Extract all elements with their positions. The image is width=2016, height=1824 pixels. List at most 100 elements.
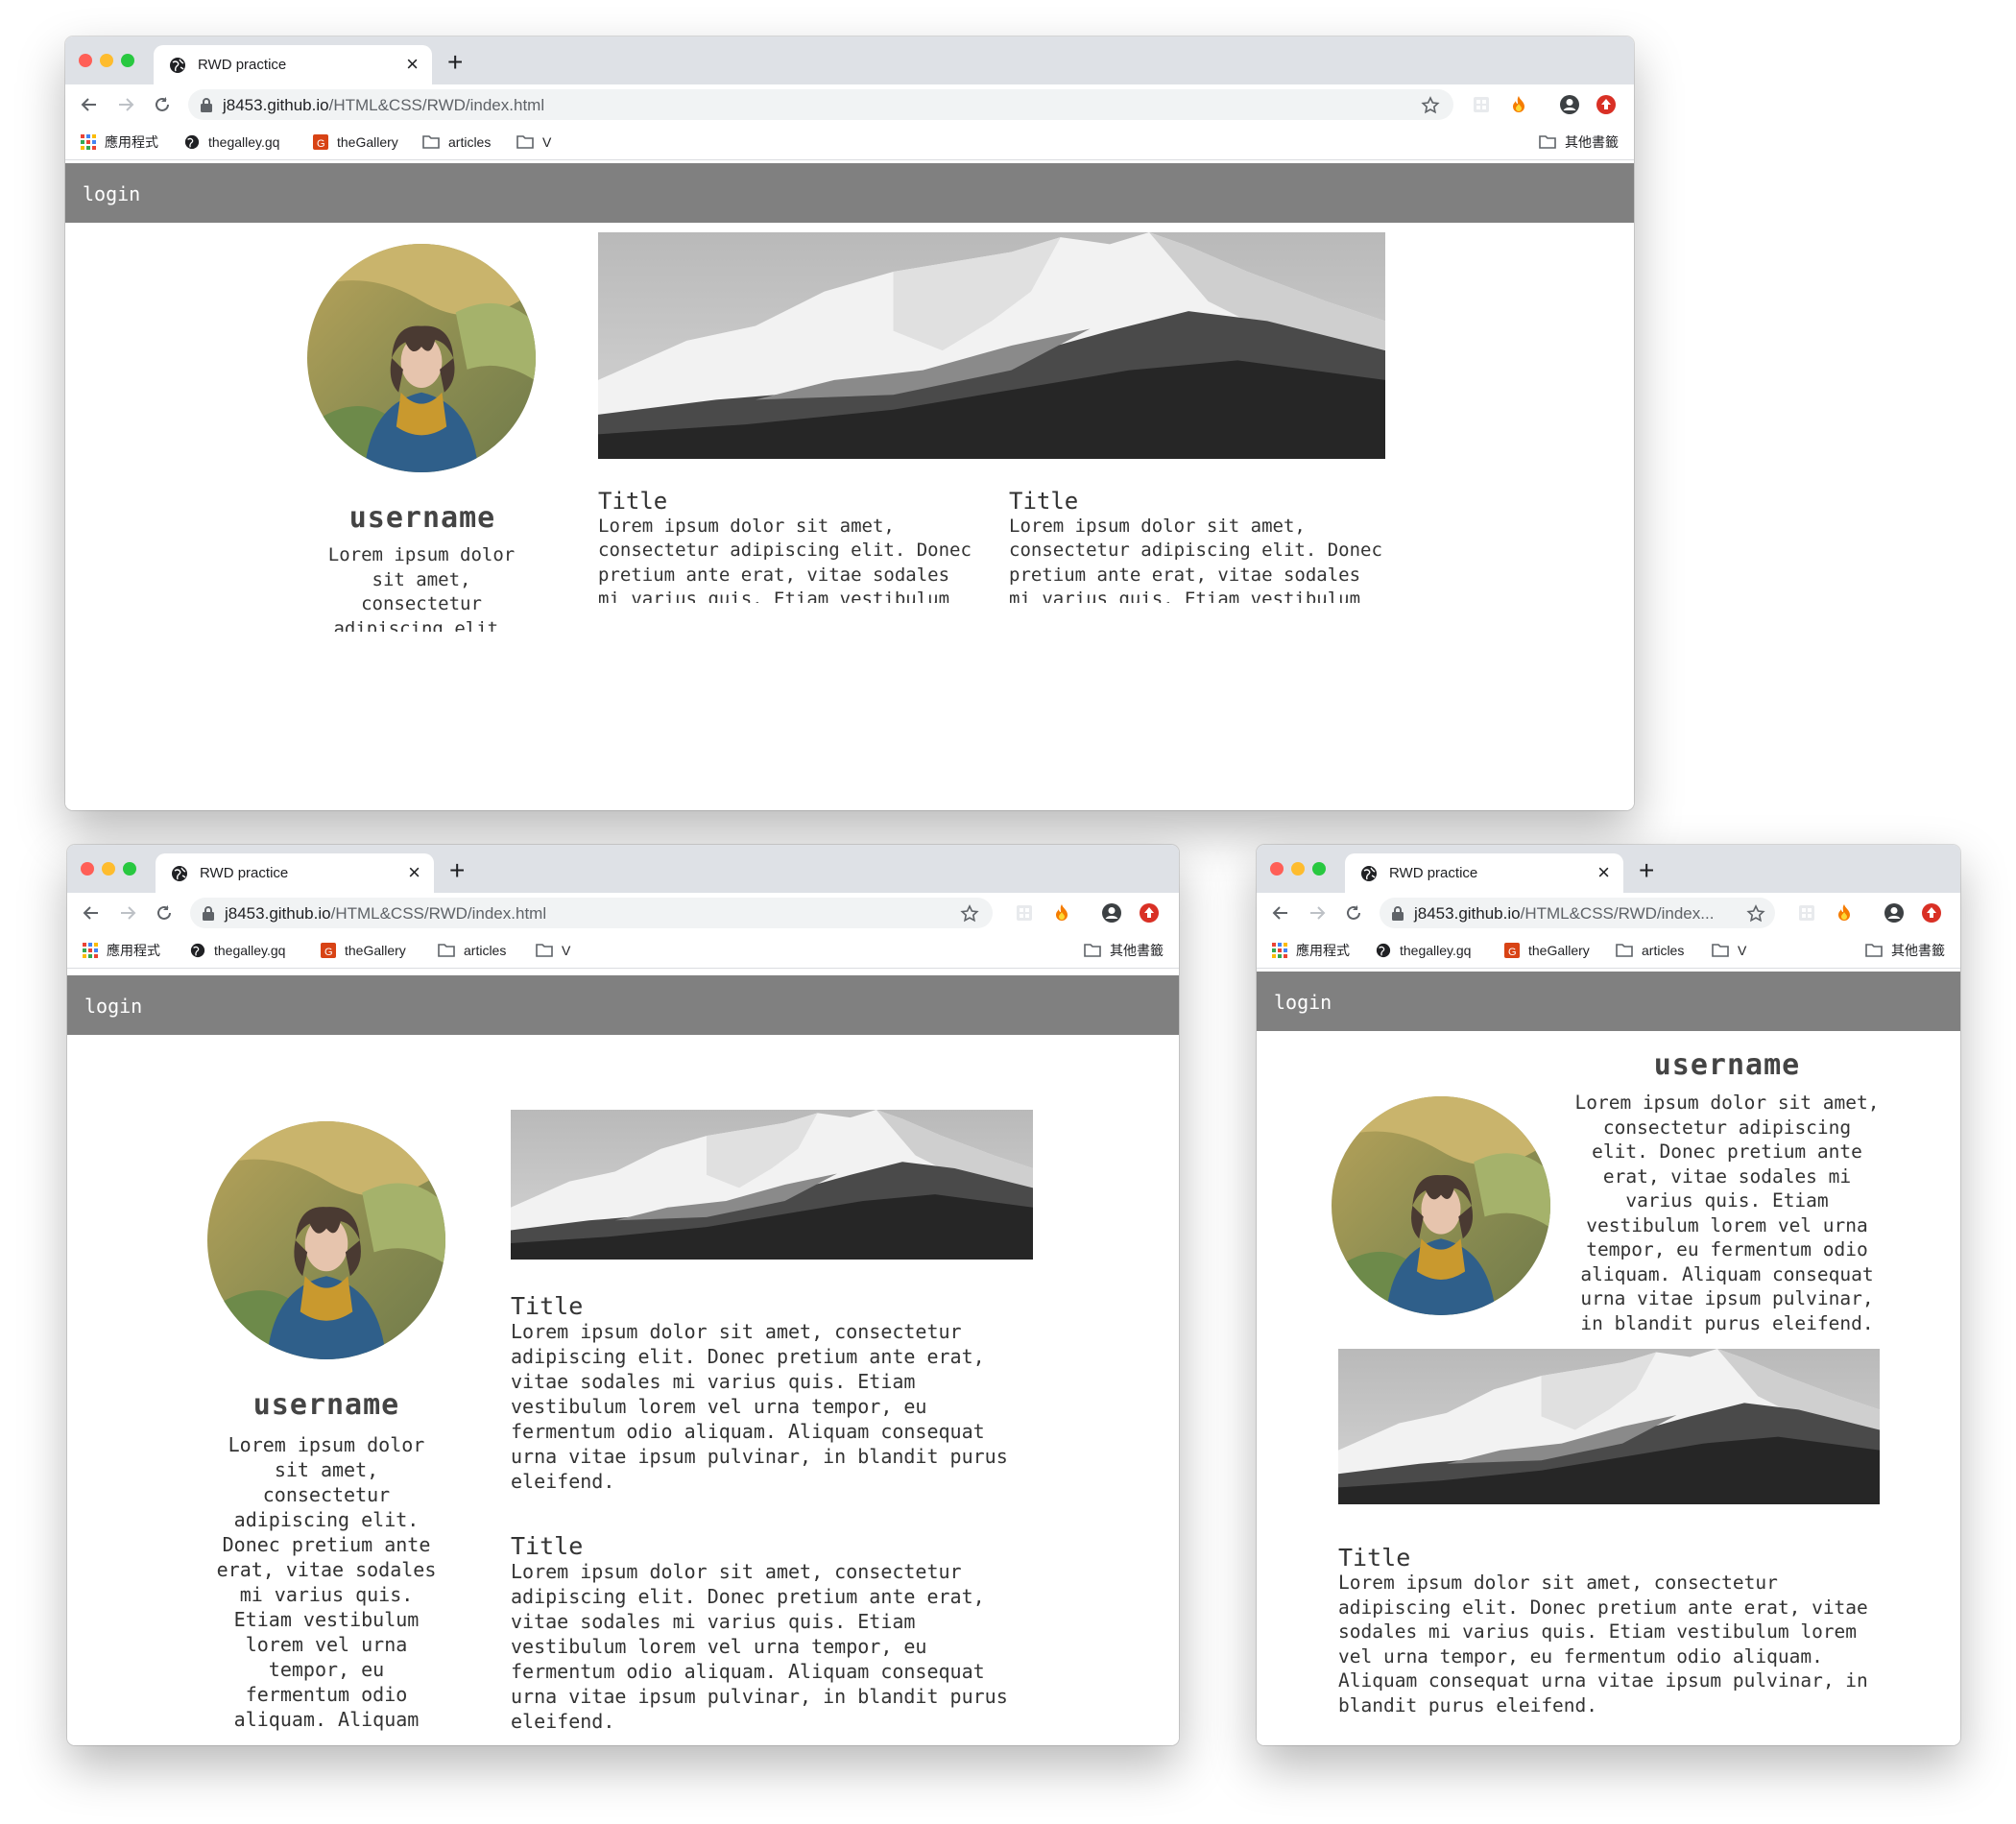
zoom-window-button[interactable] [123,862,136,876]
back-arrow-icon[interactable] [1270,902,1291,924]
forward-arrow-icon[interactable] [117,902,138,924]
address-bar[interactable]: j8453.github.io/HTML&CSS/RWD/index.html [188,89,1453,120]
reload-icon[interactable] [154,902,175,924]
address-bar[interactable]: j8453.github.io/HTML&CSS/RWD/index.html [190,898,993,928]
username: username [1653,1048,1801,1082]
profile-icon[interactable] [1884,902,1905,924]
bookmark-thegalley[interactable]: thegalley.gq [184,132,279,153]
url-path: /HTML&CSS/RWD/index.html [330,904,547,923]
bookmark-thegalley[interactable]: thegalley.gq [1376,940,1471,961]
bookmark-apps[interactable]: 應用程式 [81,132,158,153]
svg-text:G: G [324,947,333,958]
globe-icon [170,58,185,73]
bookmark-articles[interactable]: articles [422,132,491,153]
url-path: /HTML&CSS/RWD/index... [1520,904,1715,923]
gallery-favicon-icon: G [1504,943,1520,958]
login-link[interactable]: login [1274,991,1332,1014]
extension-grid-icon[interactable] [1471,94,1492,115]
address-bar[interactable]: j8453.github.io/HTML&CSS/RWD/index... [1380,898,1775,928]
bookmark-label: theGallery [337,134,398,150]
bookmark-thegallery[interactable]: GtheGallery [321,940,406,961]
browser-tab[interactable]: RWD practice × [1345,853,1623,893]
zoom-window-button[interactable] [121,54,134,67]
user-bio: Lorem ipsum dolor sit amet, consectetur … [216,1433,437,1731]
bookmark-apps[interactable]: 應用程式 [83,940,160,961]
card-title: Title [1009,488,1079,515]
bookmark-articles[interactable]: articles [438,940,506,961]
bookmark-v[interactable]: V [1712,940,1746,961]
mountain-photo [511,1110,1033,1260]
folder-icon [1712,944,1729,957]
zoom-window-button[interactable] [1312,862,1326,876]
reload-icon[interactable] [152,94,173,115]
bookmarks-bar: 應用程式 thegalley.gq GtheGallery articles V… [65,125,1634,160]
folder-icon [516,135,534,149]
reload-icon[interactable] [1343,902,1364,924]
mountain-photo [598,232,1385,459]
new-tab-button[interactable]: + [447,45,463,80]
profile-icon[interactable] [1101,902,1122,924]
browser-tab[interactable]: RWD practice × [154,45,432,84]
close-tab-icon[interactable]: × [408,860,420,885]
bookmark-thegallery[interactable]: GtheGallery [1504,940,1590,961]
gallery-favicon-icon: G [313,134,328,150]
login-link[interactable]: login [83,182,140,205]
folder-icon [1539,135,1556,149]
url-host: j8453.github.io [1414,904,1521,923]
other-bookmarks[interactable]: 其他書籤 [1084,940,1164,961]
browser-tab[interactable]: RWD practice × [156,853,434,893]
folder-icon [1084,944,1101,957]
minimize-window-button[interactable] [102,862,115,876]
apps-grid-icon [81,134,96,150]
close-window-button[interactable] [1270,862,1284,876]
login-link[interactable]: login [84,995,142,1018]
bookmark-star-icon[interactable] [1421,96,1440,115]
tab-title: RWD practice [200,865,289,881]
update-icon[interactable] [1139,902,1160,924]
back-arrow-icon[interactable] [81,902,102,924]
fire-extension-icon[interactable] [1834,902,1855,924]
bookmark-v[interactable]: V [536,940,570,961]
browser-toolbar: j8453.github.io/HTML&CSS/RWD/index.html [65,84,1634,125]
profile-icon[interactable] [1559,94,1580,115]
globe-icon [190,943,205,958]
forward-arrow-icon[interactable] [1307,902,1328,924]
fire-extension-icon[interactable] [1051,902,1072,924]
close-tab-icon[interactable]: × [1597,860,1610,885]
other-bookmarks[interactable]: 其他書籤 [1539,132,1619,153]
bookmark-label: articles [1642,943,1685,958]
folder-icon [1616,944,1633,957]
bookmark-apps[interactable]: 應用程式 [1272,940,1350,961]
bookmark-star-icon[interactable] [1746,904,1765,924]
other-bookmarks[interactable]: 其他書籤 [1865,940,1945,961]
globe-icon [184,134,200,150]
bookmarks-bar: 應用程式 thegalley.gq GtheGallery articles V… [67,933,1179,969]
forward-arrow-icon[interactable] [115,94,136,115]
bookmark-v[interactable]: V [516,132,551,153]
extension-grid-icon[interactable] [1014,902,1035,924]
tab-strip: RWD practice × + [67,845,1179,893]
new-tab-button[interactable]: + [449,853,465,888]
minimize-window-button[interactable] [100,54,113,67]
close-window-button[interactable] [81,862,94,876]
minimize-window-button[interactable] [1291,862,1305,876]
back-arrow-icon[interactable] [79,94,100,115]
svg-text:G: G [1508,947,1517,958]
username: username [252,1388,400,1422]
bookmark-star-icon[interactable] [960,904,979,924]
bookmark-label: thegalley.gq [214,943,286,958]
url-host: j8453.github.io [223,96,329,114]
update-icon[interactable] [1921,902,1942,924]
close-tab-icon[interactable]: × [406,52,419,77]
fire-extension-icon[interactable] [1508,94,1529,115]
bookmark-articles[interactable]: articles [1616,940,1684,961]
close-window-button[interactable] [79,54,92,67]
update-icon[interactable] [1596,94,1617,115]
username: username [348,501,496,535]
extension-grid-icon[interactable] [1796,902,1817,924]
bookmark-thegalley[interactable]: thegalley.gq [190,940,285,961]
bookmark-label: 應用程式 [105,134,158,150]
bookmark-thegallery[interactable]: GtheGallery [313,132,398,153]
new-tab-button[interactable]: + [1639,853,1654,888]
bookmark-label: theGallery [345,943,406,958]
